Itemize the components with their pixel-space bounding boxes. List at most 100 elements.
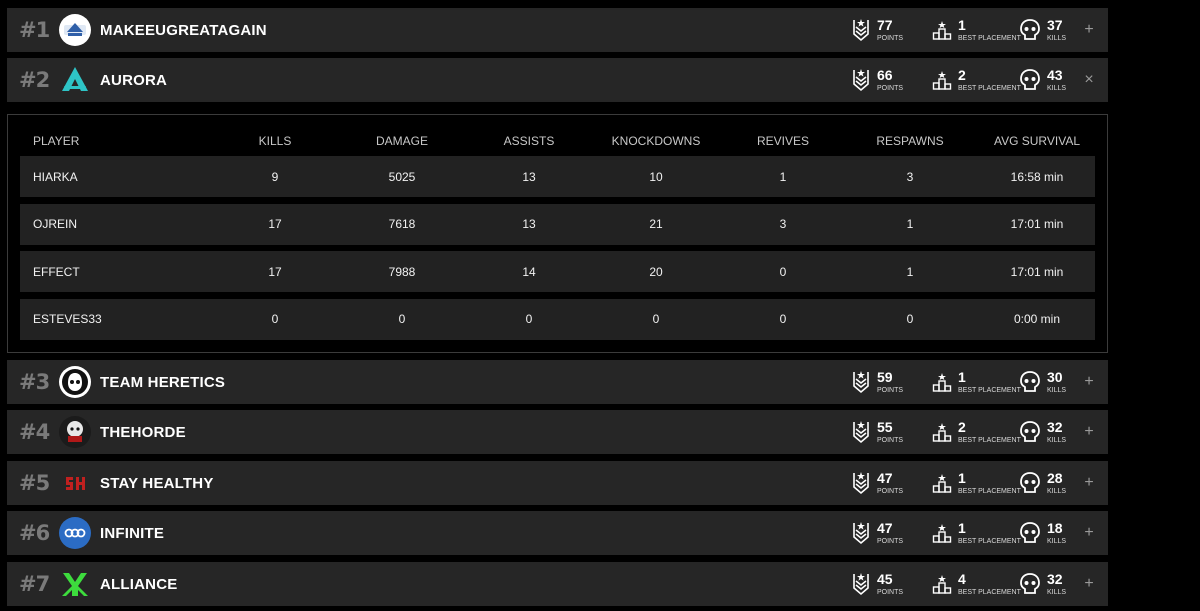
stat-label: BEST PLACEMENT [958, 386, 1021, 394]
makeeugreatagain-logo [59, 14, 91, 46]
stat-label: POINTS [877, 487, 904, 495]
expand-icon[interactable]: + [1082, 524, 1096, 542]
stat-value: 30 [1047, 368, 1063, 385]
kills-stat: 32 KILLS [1019, 418, 1067, 445]
best-placement-stat: 1 BEST PLACEMENT [932, 520, 1021, 546]
cell-respawns: 0 [906, 312, 914, 326]
cell-player-name: HIARKA [33, 169, 78, 184]
cell-assists: 13 [522, 169, 536, 184]
header-kills: KILLS [258, 134, 292, 148]
expand-icon[interactable]: + [1082, 373, 1096, 391]
rank: #1 [19, 18, 50, 42]
cell-kills: 17 [268, 217, 282, 231]
stat-value: 18 [1047, 519, 1063, 536]
rank: #3 [19, 370, 50, 394]
player-stats-panel: PLAYER KILLS DAMAGE ASSISTS KNOCKDOWNS R… [7, 114, 1108, 353]
points-stat: 47 POINTS [851, 470, 904, 496]
stat-label: BEST PLACEMENT [958, 487, 1021, 495]
cell-damage: 7988 [388, 264, 416, 279]
cell-kills: 0 [271, 312, 279, 326]
rank: #6 [19, 521, 50, 545]
chevron-badge-icon [851, 572, 871, 596]
stat-value: 4 [958, 570, 966, 587]
kills-stat: 43 KILLS [1019, 66, 1067, 93]
team-row-2[interactable]: #2 AURORA 66 POINTS 2 BEST PLACEMENT 43 KILLS… [7, 58, 1108, 102]
header-assists: ASSISTS [503, 134, 555, 148]
stat-label: KILLS [1047, 84, 1067, 92]
alliance-logo [59, 568, 91, 600]
stat-value: 32 [1047, 570, 1063, 587]
stat-label: KILLS [1047, 386, 1067, 394]
team-row-6[interactable]: #6 INFINITE 47 POINTS 1 BEST PLACEMENT 18 KIL… [7, 511, 1108, 555]
stat-value: 55 [877, 418, 893, 435]
skull-icon [1019, 573, 1041, 595]
cell-knockdowns: 21 [649, 217, 663, 231]
header-revives: REVIVES [756, 134, 810, 148]
team-row-1[interactable]: #1 MAKEEUGREATAGAIN 77 POINTS 1 BEST PLACEM… [7, 8, 1108, 52]
player-row: HIARKA 9 5025 13 10 1 3 16:58 min [20, 156, 1095, 197]
rank: #5 [19, 471, 50, 495]
cell-damage: 5025 [388, 169, 416, 184]
cell-revives: 3 [779, 217, 787, 231]
header-avg-survival: AVG SURVIVAL [993, 134, 1081, 148]
chevron-badge-icon [851, 370, 871, 394]
player-table-header: PLAYER KILLS DAMAGE ASSISTS KNOCKDOWNS R… [20, 128, 1095, 154]
podium-icon [932, 574, 952, 594]
team-row-7[interactable]: #7 ALLIANCE 45 POINTS 4 BEST PLACEMENT 32 KIL… [7, 562, 1108, 606]
podium-icon [932, 20, 952, 40]
team-row-5[interactable]: #5 STAY HEALTHY 47 POINTS 1 BEST PLACEMENT 2… [7, 461, 1108, 505]
header-player: PLAYER [33, 134, 80, 148]
header-damage: DAMAGE [375, 134, 429, 148]
podium-icon [932, 372, 952, 392]
chevron-badge-icon [851, 471, 871, 495]
stat-value: 2 [958, 66, 966, 83]
kills-stat: 30 KILLS [1019, 368, 1067, 395]
cell-avg-survival: 0:00 min [1013, 312, 1061, 326]
podium-icon [932, 523, 952, 543]
stat-label: KILLS [1047, 537, 1067, 545]
stat-label: POINTS [877, 84, 904, 92]
stat-value: 32 [1047, 418, 1063, 435]
cell-revives: 0 [779, 264, 787, 279]
stat-label: BEST PLACEMENT [958, 436, 1021, 444]
collapse-icon[interactable]: × [1082, 71, 1096, 89]
cell-kills: 9 [271, 169, 279, 184]
cell-avg-survival: 17:01 min [1010, 217, 1064, 231]
best-placement-stat: 2 BEST PLACEMENT [932, 418, 1021, 445]
cell-respawns: 1 [906, 217, 914, 231]
team-row-4[interactable]: #4 THEHORDE 55 POINTS 2 BEST PLACEMENT 32 KIL… [7, 410, 1108, 454]
skull-icon [1019, 69, 1041, 91]
expand-icon[interactable]: + [1082, 474, 1096, 492]
chevron-badge-icon [851, 68, 871, 92]
expand-icon[interactable]: + [1082, 423, 1096, 441]
best-placement-stat: 1 BEST PLACEMENT [932, 470, 1021, 496]
stat-label: KILLS [1047, 436, 1067, 444]
skull-icon [1019, 421, 1041, 443]
player-row: EFFECT 17 7988 14 20 0 1 17:01 min [20, 251, 1095, 292]
cell-revives: 1 [779, 169, 787, 184]
cell-respawns: 1 [906, 264, 914, 279]
skull-icon [1019, 371, 1041, 393]
points-stat: 77 POINTS [851, 17, 904, 43]
cell-avg-survival: 16:58 min [1010, 169, 1064, 184]
points-stat: 55 POINTS [851, 418, 904, 445]
stat-label: POINTS [877, 588, 904, 596]
best-placement-stat: 2 BEST PLACEMENT [932, 66, 1021, 93]
chevron-badge-icon [851, 420, 871, 444]
stat-value: 59 [877, 368, 893, 385]
cell-respawns: 3 [906, 169, 914, 184]
infinite-logo [59, 517, 91, 549]
expand-icon[interactable]: + [1082, 575, 1096, 593]
player-row: OJREIN 17 7618 13 21 3 1 17:01 min [20, 203, 1095, 245]
stat-value: 2 [958, 418, 966, 435]
stat-value: 43 [1047, 66, 1063, 83]
kills-stat: 18 KILLS [1019, 519, 1067, 546]
player-row: ESTEVES33 0 0 0 0 0 0 0:00 min [20, 298, 1095, 340]
team-row-3[interactable]: #3 TEAM HERETICS 59 POINTS 1 BEST PLACEMENT… [7, 360, 1108, 404]
stat-value: 47 [877, 519, 893, 536]
cell-damage: 7618 [388, 217, 416, 231]
expand-icon[interactable]: + [1082, 21, 1096, 39]
stat-label: POINTS [877, 34, 904, 42]
stat-label: POINTS [877, 436, 904, 444]
aurora-logo [59, 64, 91, 96]
